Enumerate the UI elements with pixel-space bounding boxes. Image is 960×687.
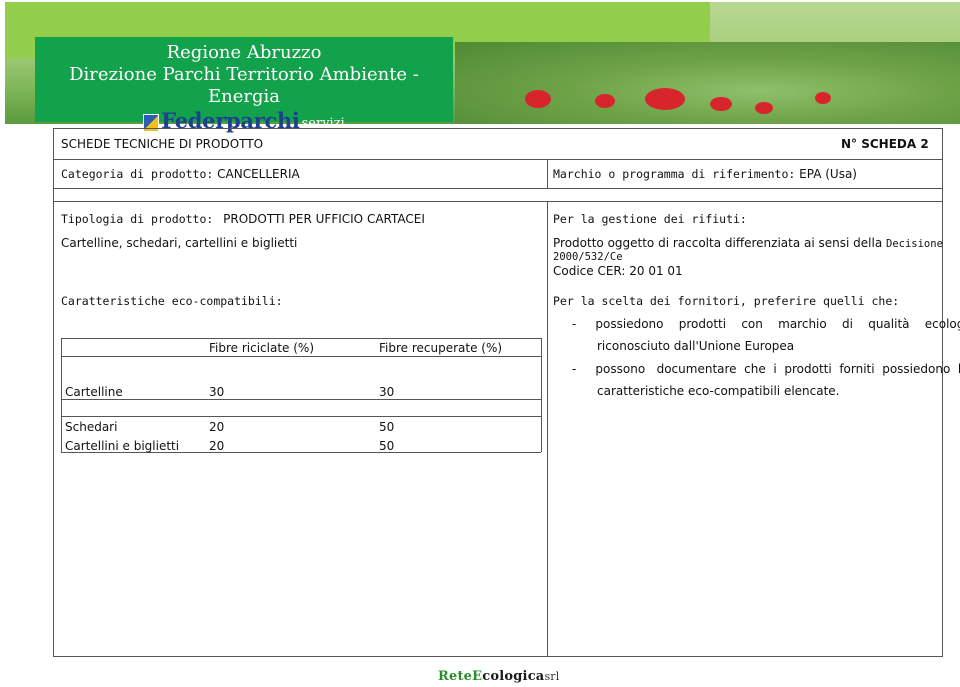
poppy-meadow-image (455, 42, 960, 124)
region-title: Regione Abruzzo (166, 42, 322, 63)
row-name: Cartellini e biglietti (65, 439, 180, 453)
divider (54, 159, 942, 160)
waste-decision-code: 2000/532/Ce (553, 251, 623, 263)
row-riciclate: 30 (209, 385, 225, 399)
eco-title: Caratteristiche eco-compatibili: (61, 294, 283, 308)
suppliers-title: Per la scelta dei fornitori, preferire q… (553, 294, 900, 308)
brand-value: EPA (Usa) (799, 167, 857, 181)
type-subtitle: Cartelline, schedari, cartellini e bigli… (61, 236, 298, 250)
table-line (61, 338, 62, 452)
col-header-recuperate: Fibre recuperate (%) (379, 341, 503, 355)
row-riciclate: 20 (209, 420, 225, 434)
supplier-criterion-cont: caratteristiche eco-compatibili elencate… (597, 384, 840, 398)
waste-text: Prodotto oggetto di raccolta differenzia… (553, 236, 883, 250)
row-name: Schedari (65, 420, 118, 434)
waste-title: Per la gestione dei rifiuti: (553, 212, 747, 226)
header-title-box: Regione Abruzzo Direzione Parchi Territo… (35, 37, 453, 132)
row-recuperate: 50 (379, 420, 395, 434)
type-label: Tipologia di prodotto: (61, 212, 214, 226)
table-line (61, 399, 541, 400)
divider (54, 188, 942, 189)
product-sheet: SCHEDE TECNICHE DI PRODOTTO N° SCHEDA 2 … (53, 128, 960, 657)
sheet-number: N° SCHEDA 2 (841, 137, 929, 151)
table-line (61, 416, 541, 417)
department-title: Direzione Parchi Territorio Ambiente - E… (69, 64, 419, 107)
category-value: CANCELLERIA (217, 167, 300, 181)
brand-label: Marchio o programma di riferimento: (553, 167, 796, 181)
table-line (541, 338, 542, 452)
divider (547, 201, 548, 656)
sheet-title: SCHEDE TECNICHE DI PRODOTTO (61, 137, 264, 151)
supplier-criterion: - possiedono prodotti con marchio di qua… (572, 317, 960, 331)
table-line (61, 338, 541, 339)
retecologica-logo: ReteEcologicasrl (438, 669, 560, 684)
supplier-criterion: - possono documentare che i prodotti for… (572, 362, 960, 376)
row-name: Cartelline (65, 385, 123, 399)
row-recuperate: 30 (379, 385, 395, 399)
row-recuperate: 50 (379, 439, 395, 453)
waste-cer-code: Codice CER: 20 01 01 (553, 264, 683, 278)
waste-text-decisione: Decisione (886, 238, 943, 250)
category-label: Categoria di prodotto: (61, 167, 214, 181)
type-value: PRODOTTI PER UFFICIO CARTACEI (223, 212, 425, 226)
row-riciclate: 20 (209, 439, 225, 453)
supplier-criterion-cont: riconosciuto dall'Unione Europea (597, 339, 795, 353)
table-line (61, 356, 541, 357)
divider (54, 201, 942, 202)
divider (547, 159, 548, 188)
col-header-riciclate: Fibre riciclate (%) (209, 341, 314, 355)
